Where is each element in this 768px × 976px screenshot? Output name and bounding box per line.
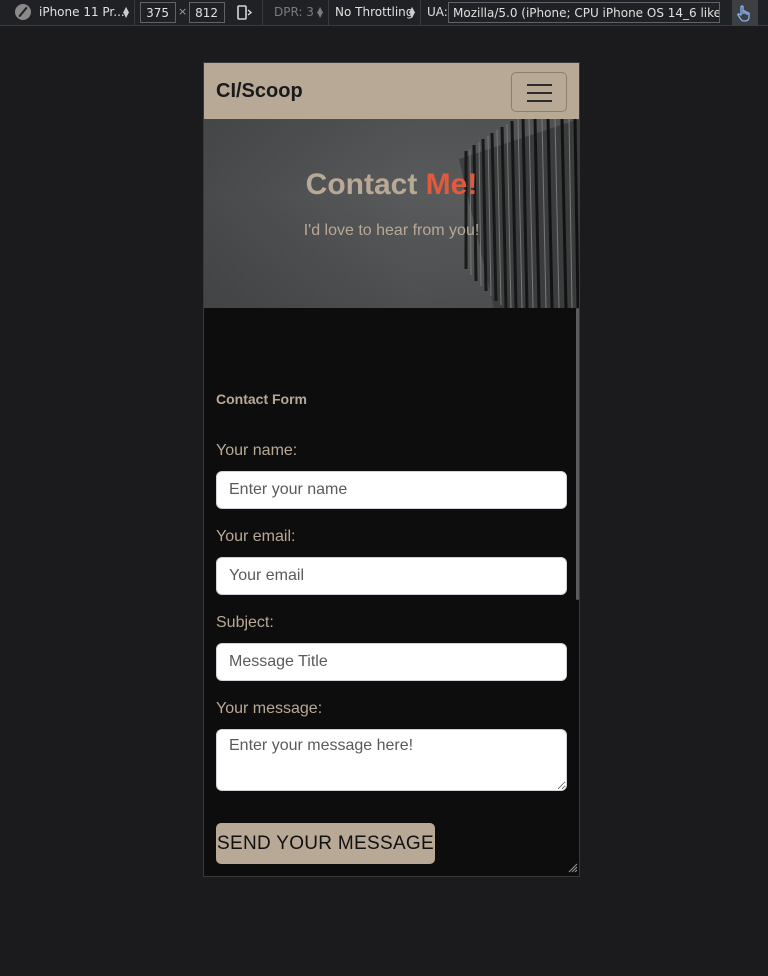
name-input[interactable] [216, 471, 567, 509]
divider [328, 0, 329, 26]
times-symbol: × [178, 5, 188, 18]
name-label: Your name: [216, 442, 298, 459]
devtools-toolbar: iPhone 11 Pr... ▲ ▼ 375 × 812 DPR: 3 ▲ ▼ N… [0, 0, 768, 26]
menu-toggle-button[interactable] [511, 72, 567, 112]
message-label: Your message: [216, 700, 323, 717]
width-input[interactable]: 375 [140, 2, 176, 23]
touch-toggle-button[interactable] [732, 0, 758, 26]
ua-label: UA: [427, 5, 448, 19]
rotate-icon[interactable] [236, 4, 252, 21]
message-textarea[interactable] [216, 729, 567, 791]
scrollbar-thumb[interactable] [576, 308, 579, 600]
subject-input[interactable] [216, 643, 567, 681]
hero-title: Contact Me! [204, 168, 579, 202]
form-heading: Contact Form [216, 391, 307, 407]
chevron-updown-icon: ▲ ▼ [123, 5, 130, 19]
user-agent-input[interactable]: Mozilla/5.0 (iPhone; CPU iPhone OS 14_6 … [448, 2, 720, 23]
hand-pointer-icon [737, 5, 750, 22]
dpr-select[interactable]: DPR: 3 [274, 5, 314, 19]
chevron-updown-icon: ▲ ▼ [409, 5, 416, 19]
device-viewport: CI/Scoop Contact Me! I'd love to hear fr… [203, 62, 580, 877]
hamburger-icon-bar [527, 92, 552, 94]
hero-subtitle: I'd love to hear from you! [303, 222, 480, 239]
device-select[interactable]: iPhone 11 Pr... [39, 5, 125, 19]
resize-grip-icon[interactable] [566, 861, 578, 873]
hero-title-accent: Me! [425, 168, 478, 201]
email-label: Your email: [216, 528, 296, 545]
hero-title-main: Contact [305, 168, 426, 201]
email-input[interactable] [216, 557, 567, 595]
divider [420, 0, 421, 26]
height-input[interactable]: 812 [189, 2, 225, 23]
hamburger-icon-bar [527, 100, 552, 102]
compass-icon [15, 4, 31, 20]
navbar: CI/Scoop [204, 63, 579, 119]
hero-overlay [204, 119, 579, 308]
hamburger-icon [527, 84, 552, 86]
send-message-button[interactable]: SEND YOUR MESSAGE [216, 823, 435, 864]
throttling-select[interactable]: No Throttling [335, 5, 413, 19]
navbar-brand[interactable]: CI/Scoop [216, 80, 303, 103]
subject-label: Subject: [216, 614, 274, 631]
hero-banner: Contact Me! I'd love to hear from you! [204, 119, 579, 308]
chevron-updown-icon: ▲ ▼ [317, 5, 324, 19]
divider [134, 0, 135, 26]
divider [262, 0, 263, 26]
